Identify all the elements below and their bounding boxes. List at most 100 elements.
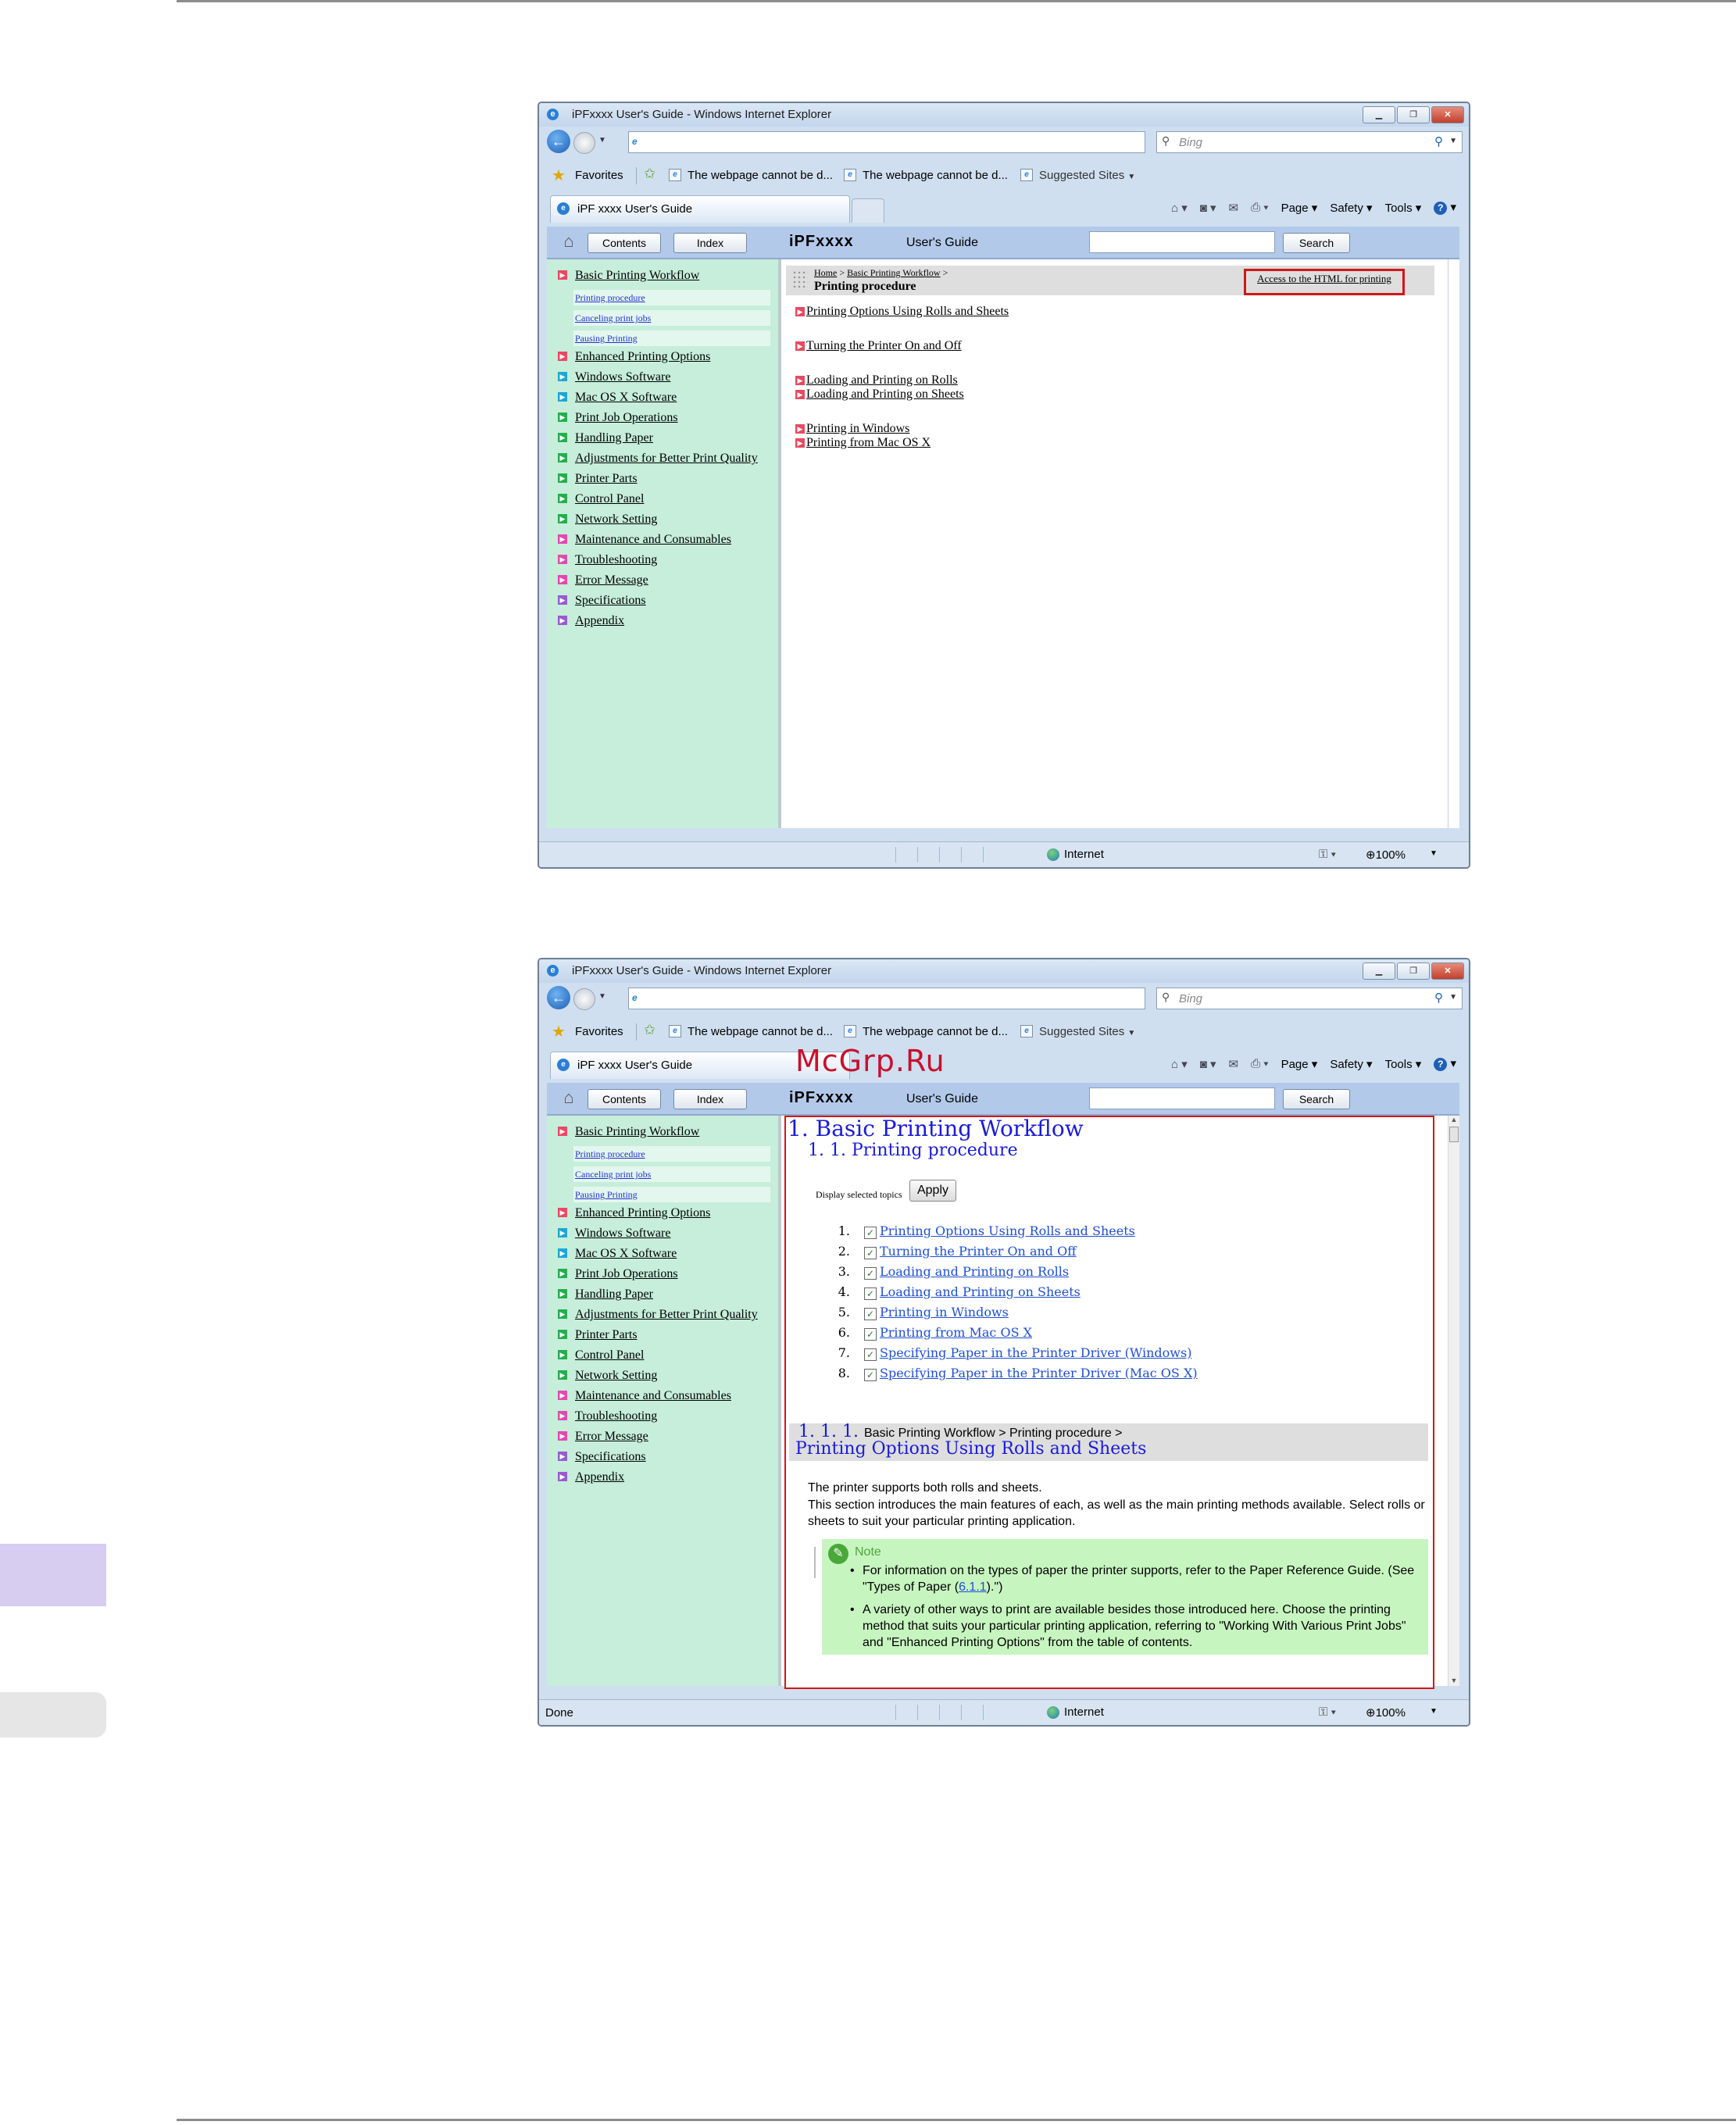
search-options-dropdown[interactable]: ▼ bbox=[1449, 137, 1457, 145]
page-menu[interactable]: Page ▾ bbox=[1281, 201, 1318, 215]
feeds-icon[interactable]: ◙ ▾ bbox=[1200, 201, 1216, 215]
paper-reference-link[interactable]: 6.1.1 bbox=[959, 1580, 987, 1594]
topic-link[interactable]: ▶ Printing from Mac OS X bbox=[795, 436, 931, 450]
search-icon[interactable]: ⚲ bbox=[1434, 134, 1443, 148]
new-tab-button[interactable] bbox=[852, 198, 884, 223]
scroll-down-icon[interactable]: ▼ bbox=[1448, 1677, 1459, 1684]
sidebar-item[interactable]: ▶ Error Message bbox=[558, 572, 770, 592]
sidebar-item[interactable]: ▶ Enhanced Printing Options bbox=[558, 348, 770, 369]
sidebar-subitem[interactable]: Canceling print jobs bbox=[558, 1164, 770, 1184]
guide-search-button[interactable]: Search bbox=[1283, 233, 1350, 253]
zoom-dropdown[interactable]: ▼ bbox=[1430, 1707, 1438, 1716]
guide-search-input[interactable] bbox=[1089, 231, 1275, 253]
sidebar-item[interactable]: ▶ Troubleshooting bbox=[558, 552, 770, 572]
back-button[interactable]: ← bbox=[547, 986, 570, 1009]
scroll-thumb[interactable] bbox=[1449, 1127, 1459, 1142]
checklist-link[interactable]: Specifying Paper in the Printer Driver (… bbox=[880, 1345, 1191, 1360]
protected-mode-icon[interactable]: ⚿ ▾ bbox=[1319, 1705, 1336, 1719]
sidebar-item[interactable]: ▶ Mac OS X Software bbox=[558, 389, 770, 409]
topic-link[interactable]: ▶ Loading and Printing on Sheets bbox=[795, 388, 964, 402]
sidebar-item[interactable]: ▶ Windows Software bbox=[558, 1225, 770, 1245]
mail-icon[interactable]: ✉ bbox=[1229, 201, 1239, 215]
help-menu[interactable]: ? ▾ bbox=[1434, 1056, 1456, 1071]
topic-checkbox[interactable]: ✓ bbox=[864, 1348, 877, 1361]
sidebar-item[interactable]: ▶ Adjustments for Better Print Quality bbox=[558, 450, 770, 470]
search-box[interactable]: ⚲ Bing ⚲ ▼ bbox=[1156, 131, 1463, 153]
zoom-level[interactable]: ⊕100% bbox=[1366, 1705, 1406, 1720]
recent-pages-dropdown[interactable]: ▼ bbox=[598, 136, 606, 145]
checklist-link[interactable]: Turning the Printer On and Off bbox=[880, 1244, 1077, 1259]
fav-link-2[interactable]: The webpage cannot be d... bbox=[863, 1025, 1008, 1038]
forward-button[interactable] bbox=[573, 132, 595, 154]
search-options-dropdown[interactable]: ▼ bbox=[1449, 993, 1457, 1002]
close-button[interactable]: ✕ bbox=[1431, 962, 1464, 980]
safety-menu[interactable]: Safety ▾ bbox=[1330, 201, 1372, 215]
home-icon[interactable]: ⌂ ▾ bbox=[1171, 201, 1188, 215]
zoom-dropdown[interactable]: ▼ bbox=[1430, 849, 1438, 858]
breadcrumb-home[interactable]: Home bbox=[814, 267, 837, 278]
sidebar-item[interactable]: ▶ Basic Printing Workflow bbox=[558, 1123, 770, 1144]
search-icon[interactable]: ⚲ bbox=[1434, 991, 1443, 1005]
sidebar-item[interactable]: ▶ Appendix bbox=[558, 1469, 770, 1489]
topic-link[interactable]: ▶ Printing in Windows bbox=[795, 422, 909, 436]
recent-pages-dropdown[interactable]: ▼ bbox=[598, 992, 606, 1001]
sidebar-item[interactable]: ▶ Maintenance and Consumables bbox=[558, 531, 770, 552]
fav-link-1[interactable]: The webpage cannot be d... bbox=[688, 169, 833, 182]
sidebar-item[interactable]: ▶ Basic Printing Workflow bbox=[558, 267, 770, 288]
address-bar[interactable]: e ⇆ ✕ bbox=[628, 131, 1223, 153]
fav-link-2[interactable]: The webpage cannot be d... bbox=[863, 169, 1008, 182]
checklist-link[interactable]: Printing in Windows bbox=[880, 1305, 1009, 1320]
page-menu[interactable]: Page ▾ bbox=[1281, 1057, 1318, 1071]
home-icon[interactable]: ⌂ bbox=[558, 231, 580, 252]
sidebar-item[interactable]: ▶ Mac OS X Software bbox=[558, 1245, 770, 1266]
home-icon[interactable]: ⌂ bbox=[558, 1088, 580, 1108]
topic-checkbox[interactable]: ✓ bbox=[864, 1369, 877, 1381]
guide-search-button[interactable]: Search bbox=[1283, 1089, 1350, 1109]
topic-checkbox[interactable]: ✓ bbox=[864, 1288, 877, 1300]
scrollbar[interactable] bbox=[1448, 259, 1459, 828]
fav-link-suggested[interactable]: Suggested Sites ▼ bbox=[1039, 169, 1135, 182]
scroll-up-icon[interactable]: ▲ bbox=[1448, 1116, 1459, 1123]
contents-button[interactable]: Contents bbox=[588, 233, 661, 253]
sidebar-subitem[interactable]: Pausing Printing bbox=[558, 328, 770, 348]
sidebar-item[interactable]: ▶ Control Panel bbox=[558, 1347, 770, 1367]
favorites-button[interactable]: Favorites bbox=[575, 1025, 623, 1038]
print-icon[interactable]: ⎙ ▾ bbox=[1251, 201, 1268, 214]
favorites-button[interactable]: Favorites bbox=[575, 169, 623, 182]
index-button[interactable]: Index bbox=[673, 1089, 747, 1109]
topic-checkbox[interactable]: ✓ bbox=[864, 1267, 877, 1280]
sidebar-item[interactable]: ▶ Specifications bbox=[558, 1448, 770, 1469]
topic-link[interactable]: ▶ Printing Options Using Rolls and Sheets bbox=[795, 305, 1009, 319]
checklist-link[interactable]: Printing Options Using Rolls and Sheets bbox=[880, 1223, 1135, 1238]
sidebar-item[interactable]: ▶ Network Setting bbox=[558, 511, 770, 531]
topic-checkbox[interactable]: ✓ bbox=[864, 1328, 877, 1341]
tools-menu[interactable]: Tools ▾ bbox=[1385, 1057, 1422, 1071]
scrollbar[interactable]: ▲ ▼ bbox=[1448, 1116, 1459, 1686]
checklist-link[interactable]: Printing from Mac OS X bbox=[880, 1325, 1032, 1340]
topic-checkbox[interactable]: ✓ bbox=[864, 1227, 877, 1239]
fav-link-suggested[interactable]: Suggested Sites ▼ bbox=[1039, 1025, 1135, 1038]
restore-button[interactable]: ❐ bbox=[1397, 106, 1430, 123]
browser-tab[interactable]: e iPF xxxx User's Guide bbox=[550, 195, 850, 223]
sidebar-item[interactable]: ▶ Troubleshooting bbox=[558, 1408, 770, 1428]
sidebar-item[interactable]: ▶ Adjustments for Better Print Quality bbox=[558, 1306, 770, 1327]
back-button[interactable]: ← bbox=[547, 130, 570, 153]
sidebar-item[interactable]: ▶ Printer Parts bbox=[558, 470, 770, 491]
index-button[interactable]: Index bbox=[673, 233, 747, 253]
safety-menu[interactable]: Safety ▾ bbox=[1330, 1057, 1372, 1071]
sidebar-item[interactable]: ▶ Windows Software bbox=[558, 369, 770, 389]
sidebar-subitem[interactable]: Canceling print jobs bbox=[558, 308, 770, 328]
contents-button[interactable]: Contents bbox=[588, 1089, 661, 1109]
checklist-link[interactable]: Specifying Paper in the Printer Driver (… bbox=[880, 1366, 1198, 1380]
minimize-button[interactable]: ▁ bbox=[1363, 962, 1395, 980]
add-favorites-icon[interactable]: ✩ bbox=[644, 1022, 655, 1038]
sidebar-item[interactable]: ▶ Handling Paper bbox=[558, 430, 770, 450]
sidebar-item[interactable]: ▶ Error Message bbox=[558, 1428, 770, 1448]
sidebar-item[interactable]: ▶ Maintenance and Consumables bbox=[558, 1388, 770, 1408]
address-bar[interactable]: e ⇆ ✕ bbox=[628, 988, 1223, 1009]
forward-button[interactable] bbox=[573, 988, 595, 1010]
breadcrumb-section[interactable]: Basic Printing Workflow bbox=[847, 267, 940, 278]
sidebar-subitem[interactable]: Printing procedure bbox=[558, 1144, 770, 1164]
print-icon[interactable]: ⎙ ▾ bbox=[1251, 1057, 1268, 1070]
topic-link[interactable]: ▶ Turning the Printer On and Off bbox=[795, 339, 962, 353]
